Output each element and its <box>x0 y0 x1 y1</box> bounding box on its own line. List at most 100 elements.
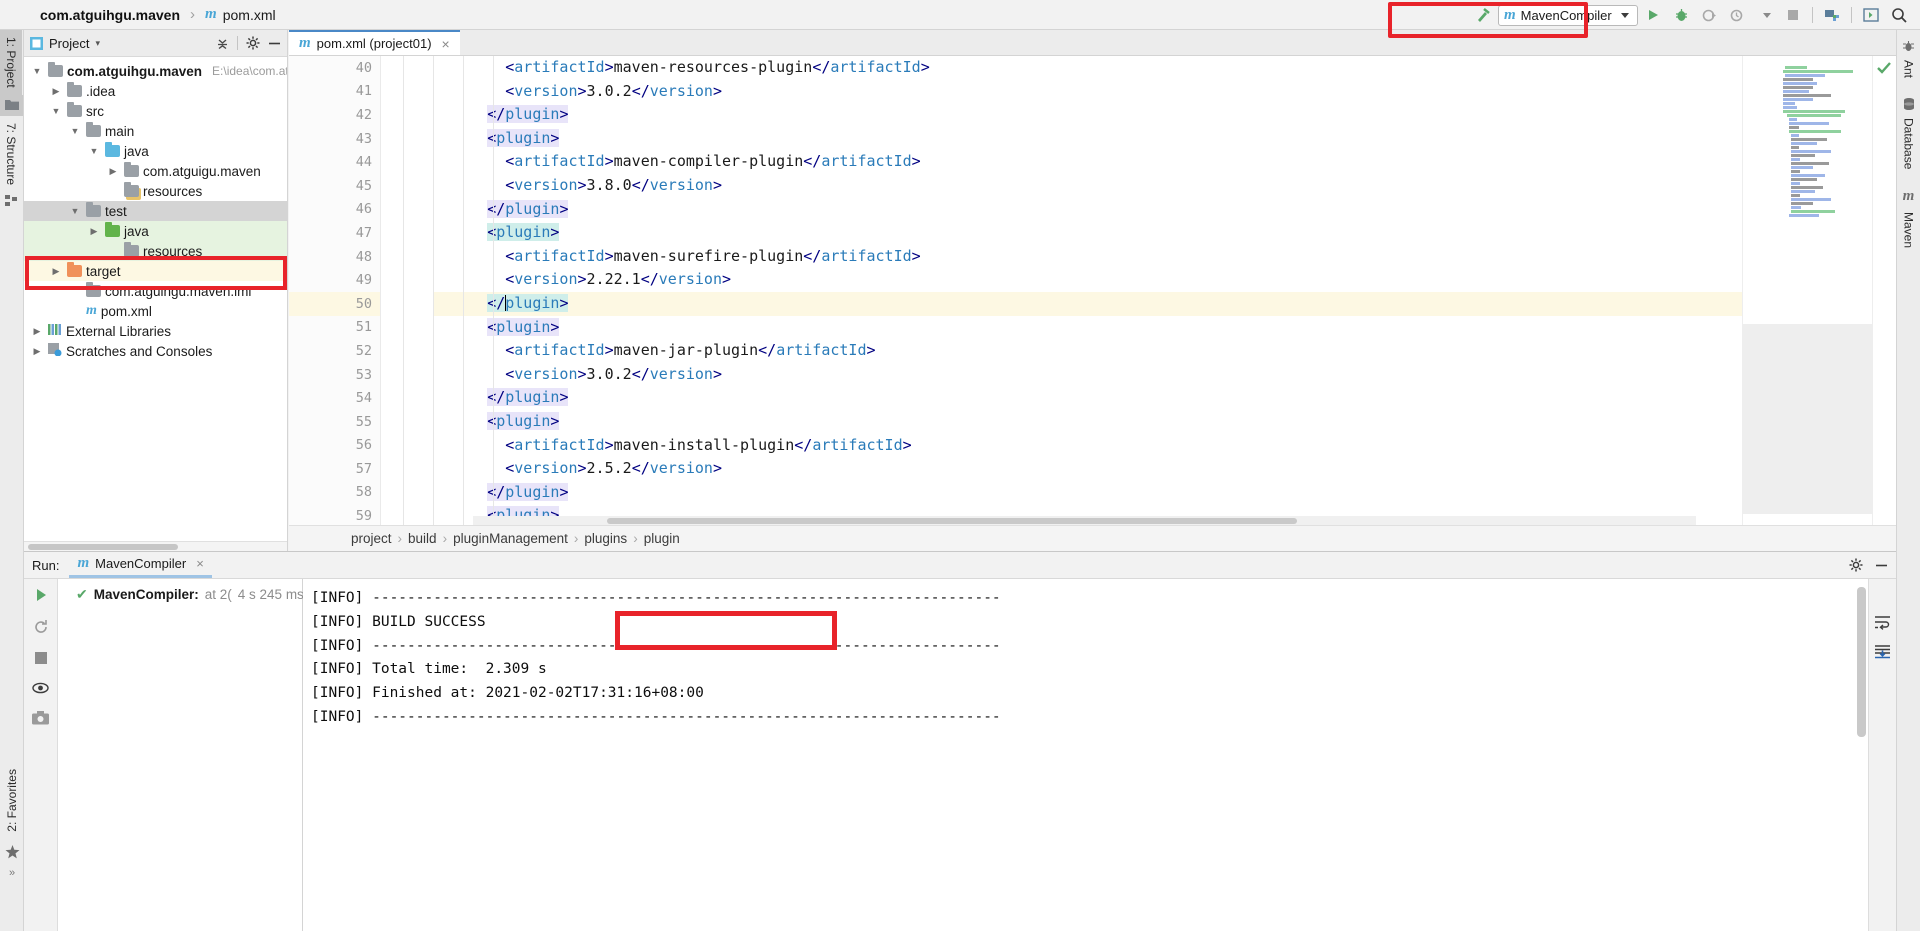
code-line[interactable]: </plugin> <box>433 198 1896 222</box>
tree-node-java[interactable]: ▶ java <box>24 221 287 241</box>
project-tree[interactable]: ▼ com.atguihgu.maven E:\idea\com.at… ▶ .idea… <box>24 57 287 541</box>
run-tab-mavencompiler[interactable]: m MavenCompiler × <box>69 552 212 578</box>
chevron-right-icon[interactable]: ▶ <box>87 226 101 237</box>
error-stripe[interactable] <box>1872 56 1896 525</box>
chevron-down-icon[interactable]: ▼ <box>68 126 82 136</box>
export-camera-icon[interactable] <box>32 711 49 725</box>
tree-node-com-atguingu-maven-iml[interactable]: com.atguingu.maven.iml <box>24 281 287 301</box>
tree-node-java[interactable]: ▼ java <box>24 141 287 161</box>
search-everywhere-button[interactable] <box>1886 3 1912 27</box>
code-line[interactable]: <plugin> <box>433 410 1896 434</box>
chevron-right-icon[interactable]: ▶ <box>49 266 63 277</box>
chevron-right-icon[interactable]: ▶ <box>49 86 63 97</box>
expand-strip-icon[interactable]: » <box>9 867 15 879</box>
breadcrumb-item-plugins[interactable]: plugins <box>584 531 627 546</box>
run-tree-row[interactable]: ✔ MavenCompiler: at 2(4 s 245 ms <box>58 583 304 605</box>
run-button[interactable] <box>1640 3 1666 27</box>
code-line[interactable]: </plugin> <box>433 481 1896 505</box>
stop-button[interactable] <box>1780 3 1806 27</box>
breadcrumb-item-plugin[interactable]: plugin <box>644 531 680 546</box>
code-line[interactable]: <artifactId>maven-install-plugin</artifa… <box>433 434 1896 458</box>
chevron-down-icon[interactable]: ▼ <box>49 106 63 116</box>
code-line[interactable]: <version>3.0.2</version> <box>433 80 1896 104</box>
chevron-right-icon[interactable]: ▶ <box>30 326 44 337</box>
scrollbar-thumb[interactable] <box>28 544 178 550</box>
breadcrumb-item-build[interactable]: build <box>408 531 437 546</box>
code-line[interactable]: <artifactId>maven-resources-plugin</arti… <box>433 56 1896 80</box>
code-line[interactable]: <version>2.5.2</version> <box>433 457 1896 481</box>
debug-button[interactable] <box>1668 3 1694 27</box>
code-line[interactable]: <artifactId>maven-compiler-plugin</artif… <box>433 150 1896 174</box>
chevron-down-icon[interactable]: ▼ <box>87 146 101 156</box>
profiler-dropdown-icon[interactable] <box>1752 3 1778 27</box>
tree-node-main[interactable]: ▼ main <box>24 121 287 141</box>
tree-node-target[interactable]: ▶ target <box>24 261 287 281</box>
breadcrumb-file[interactable]: pom.xml <box>223 7 276 23</box>
run-result-tree[interactable]: ✔ MavenCompiler: at 2(4 s 245 ms <box>58 579 304 931</box>
chevron-down-icon[interactable]: ▼ <box>30 66 44 76</box>
project-structure-button[interactable] <box>1819 3 1845 27</box>
tree-node-com-atguigu-maven[interactable]: ▶ com.atguigu.maven <box>24 161 287 181</box>
rerun-button[interactable] <box>33 587 49 603</box>
chevron-down-icon[interactable]: ▼ <box>68 206 82 216</box>
settings-gear-icon[interactable] <box>246 36 260 50</box>
code-line[interactable]: </plugin> <box>433 386 1896 410</box>
code-text[interactable]: <artifactId>maven-resources-plugin</arti… <box>381 56 1896 525</box>
sidebar-item-project[interactable]: 1: Project <box>0 30 22 95</box>
console-output[interactable]: [INFO] ---------------------------------… <box>303 579 1868 931</box>
sidebar-item-favorites[interactable]: 2: Favorites <box>1 762 23 839</box>
settings-gear-icon[interactable] <box>1849 558 1863 572</box>
hammer-icon[interactable] <box>1470 3 1496 27</box>
editor-horizontal-scrollbar[interactable] <box>473 516 1696 525</box>
stop-button[interactable] <box>34 651 48 665</box>
code-line[interactable]: <version>3.8.0</version> <box>433 174 1896 198</box>
hide-icon[interactable] <box>268 37 281 50</box>
tree-node-pom-xml[interactable]: m pom.xml <box>24 301 287 321</box>
hide-icon[interactable] <box>1875 559 1888 572</box>
profiler-button[interactable] <box>1724 3 1750 27</box>
editor-gutter[interactable]: 40 41 42 43 44 45 46 47 48 49 50 51 52 53 54 55 56 57 58 59 <box>289 56 431 525</box>
breadcrumb-item-pluginManagement[interactable]: pluginManagement <box>453 531 568 546</box>
tree-node-com-atguihgu-maven[interactable]: ▼ com.atguihgu.maven E:\idea\com.at… <box>24 61 287 81</box>
code-line[interactable]: <artifactId>maven-surefire-plugin</artif… <box>433 245 1896 269</box>
editor-tab-pom-xml[interactable]: m pom.xml (project01) × <box>289 30 460 55</box>
code-minimap[interactable] <box>1742 56 1872 525</box>
rerun-failed-tests-button[interactable] <box>33 619 49 635</box>
code-line[interactable]: <plugin> <box>433 127 1896 151</box>
code-line[interactable]: <plugin> <box>433 316 1896 340</box>
scroll-to-end-icon[interactable] <box>1874 644 1891 659</box>
close-icon[interactable]: × <box>442 36 450 52</box>
minimap-viewport[interactable] <box>1743 324 1872 514</box>
tree-node-resources[interactable]: resources <box>24 241 287 261</box>
chevron-right-icon[interactable]: ▶ <box>106 166 120 177</box>
toggle-view-icon[interactable] <box>32 681 49 695</box>
sidebar-item-structure[interactable]: 7: Structure <box>0 116 22 192</box>
scrollbar-thumb[interactable] <box>607 518 1297 524</box>
tree-node-scratches-and-consoles[interactable]: ▶ Scratches and Consoles <box>24 341 287 361</box>
sidebar-item-maven[interactable]: Maven <box>1898 205 1920 255</box>
breadcrumb-item-project[interactable]: project <box>351 531 392 546</box>
tree-node--idea[interactable]: ▶ .idea <box>24 81 287 101</box>
code-line[interactable]: <version>2.22.1</version> <box>433 268 1896 292</box>
code-line[interactable]: <artifactId>maven-jar-plugin</artifactId… <box>433 339 1896 363</box>
tree-node-test[interactable]: ▼ test <box>24 201 287 221</box>
chevron-down-icon[interactable]: ▾ <box>95 38 100 49</box>
project-horizontal-scrollbar[interactable] <box>24 541 287 551</box>
code-line[interactable]: </plugin> <box>433 103 1896 127</box>
sidebar-item-ant[interactable]: Ant <box>1898 53 1920 85</box>
breadcrumb-project[interactable]: com.atguihgu.maven <box>40 7 180 23</box>
code-line[interactable]: <plugin> <box>433 221 1896 245</box>
tree-node-external-libraries[interactable]: ▶ External Libraries <box>24 321 287 341</box>
soft-wrap-icon[interactable] <box>1874 615 1891 630</box>
code-line[interactable]: </plugin> <box>433 291 1896 316</box>
terminal-button[interactable] <box>1858 3 1884 27</box>
run-with-coverage-button[interactable] <box>1696 3 1722 27</box>
close-icon[interactable]: × <box>196 556 204 571</box>
tree-node-resources[interactable]: resources <box>24 181 287 201</box>
tree-node-src[interactable]: ▼ src <box>24 101 287 121</box>
chevron-right-icon[interactable]: ▶ <box>30 346 44 357</box>
editor-breadcrumbs[interactable]: project › build › pluginManagement › plugins › p… <box>289 525 1896 551</box>
console-vertical-scrollbar[interactable] <box>1857 587 1866 737</box>
code-line[interactable]: <version>3.0.2</version> <box>433 363 1896 387</box>
sidebar-item-database[interactable]: Database <box>1898 111 1920 176</box>
